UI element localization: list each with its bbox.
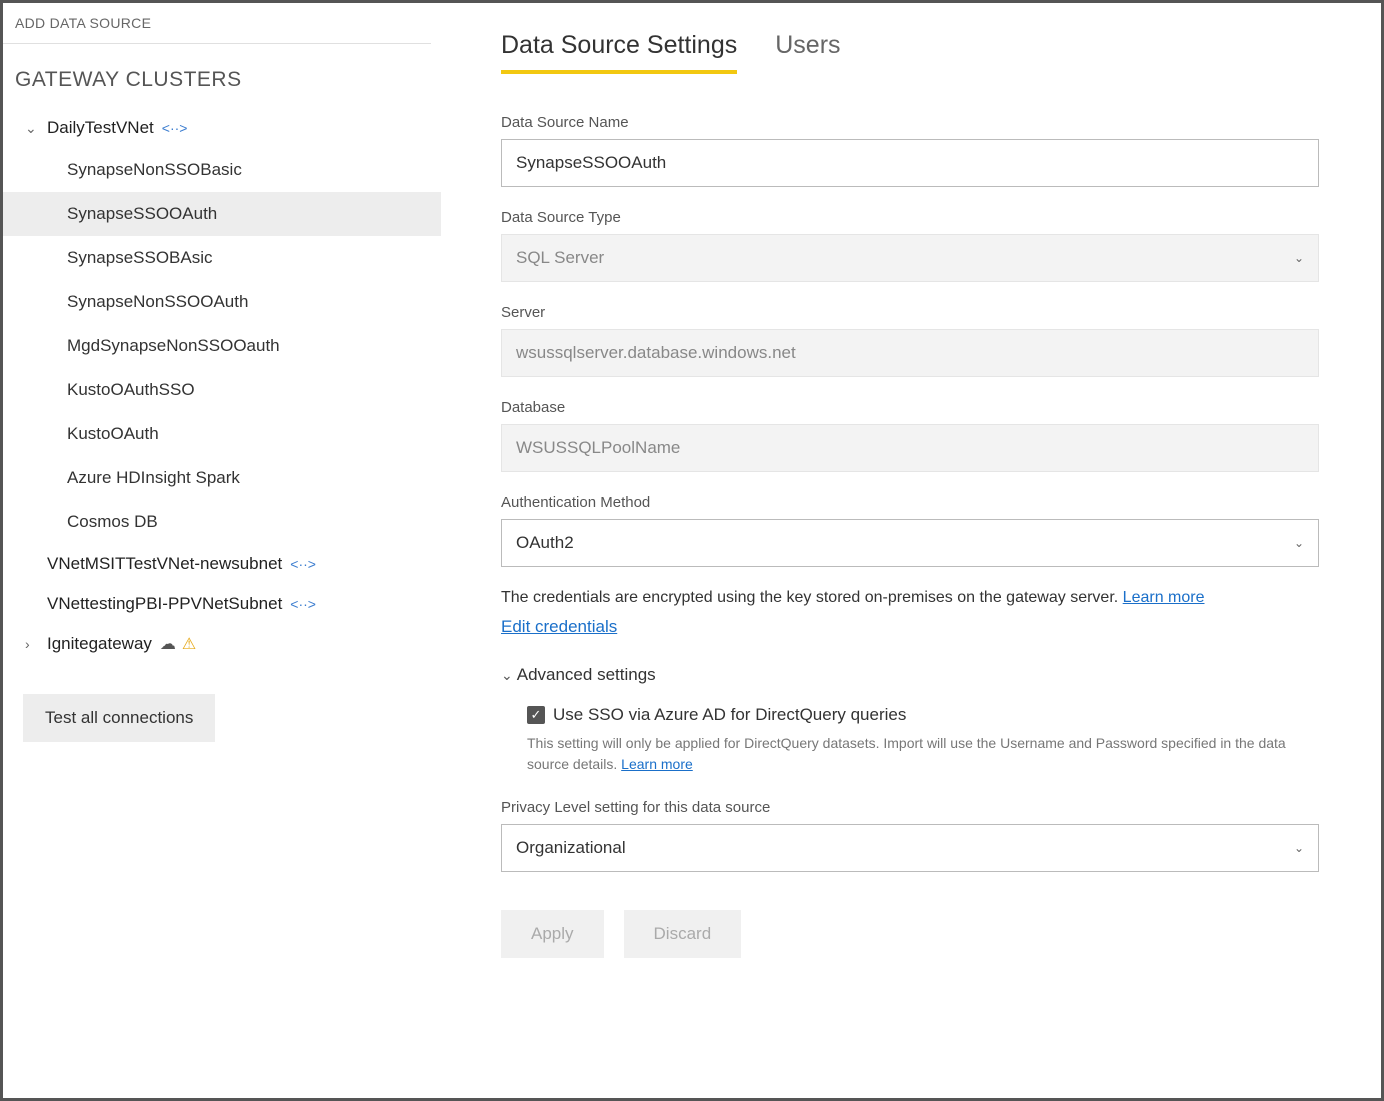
tab-bar: Data Source Settings Users bbox=[501, 31, 1381, 74]
datasource-item[interactable]: Cosmos DB bbox=[3, 500, 441, 544]
database-label: Database bbox=[501, 399, 1381, 416]
privacy-level-label: Privacy Level setting for this data sour… bbox=[501, 799, 1381, 816]
datasource-item[interactable]: SynapseNonSSOBasic bbox=[3, 148, 441, 192]
warning-icon: ⚠ bbox=[182, 634, 196, 654]
checkbox-checked-icon[interactable]: ✓ bbox=[527, 706, 545, 724]
datasource-item[interactable]: SynapseNonSSOOAuth bbox=[3, 280, 441, 324]
main-panel: Data Source Settings Users Data Source N… bbox=[441, 3, 1381, 1098]
gateway-clusters-header: GATEWAY CLUSTERS bbox=[3, 60, 441, 108]
privacy-level-select[interactable]: Organizational ⌄ bbox=[501, 824, 1319, 872]
server-value: wsussqlserver.database.windows.net bbox=[516, 343, 796, 363]
select-value: OAuth2 bbox=[516, 533, 574, 553]
data-source-type-select[interactable]: SQL Server ⌄ bbox=[501, 234, 1319, 282]
learn-more-link[interactable]: Learn more bbox=[1123, 589, 1205, 606]
cluster-ignite[interactable]: › Ignitegateway ☁ ⚠ bbox=[3, 624, 441, 664]
chevron-right-icon: › bbox=[25, 636, 41, 652]
cluster-name: Ignitegateway bbox=[47, 634, 152, 654]
data-source-name-label: Data Source Name bbox=[501, 114, 1381, 131]
cluster-name: VNetMSITTestVNet-newsubnet bbox=[47, 554, 282, 574]
link-icon: <··> bbox=[290, 596, 316, 612]
add-data-source-link[interactable]: ADD DATA SOURCE bbox=[3, 11, 431, 44]
advanced-settings-label: Advanced settings bbox=[517, 665, 656, 685]
tab-data-source-settings[interactable]: Data Source Settings bbox=[501, 31, 737, 74]
cluster-name: VNettestingPBI-PPVNetSubnet bbox=[47, 594, 282, 614]
tab-users[interactable]: Users bbox=[775, 31, 840, 74]
database-value: WSUSSQLPoolName bbox=[516, 438, 680, 458]
credentials-info: The credentials are encrypted using the … bbox=[501, 589, 1331, 607]
cluster-vnetmsit[interactable]: VNetMSITTestVNet-newsubnet <··> bbox=[3, 544, 441, 584]
datasource-item[interactable]: KustoOAuthSSO bbox=[3, 368, 441, 412]
discard-button[interactable]: Discard bbox=[624, 910, 742, 958]
sso-checkbox-label: Use SSO via Azure AD for DirectQuery que… bbox=[553, 705, 906, 725]
chevron-down-icon: ⌄ bbox=[1294, 251, 1304, 265]
sidebar: ADD DATA SOURCE GATEWAY CLUSTERS ⌄ Daily… bbox=[3, 3, 441, 1098]
cluster-dailytestvnet[interactable]: ⌄ DailyTestVNet <··> bbox=[3, 108, 441, 148]
datasource-item[interactable]: Azure HDInsight Spark bbox=[3, 456, 441, 500]
data-source-type-label: Data Source Type bbox=[501, 209, 1381, 226]
edit-credentials-link[interactable]: Edit credentials bbox=[501, 617, 617, 637]
test-all-connections-button[interactable]: Test all connections bbox=[23, 694, 215, 742]
datasource-item[interactable]: MgdSynapseNonSSOOauth bbox=[3, 324, 441, 368]
sso-checkbox-row[interactable]: ✓ Use SSO via Azure AD for DirectQuery q… bbox=[527, 705, 1381, 725]
select-value: SQL Server bbox=[516, 248, 604, 268]
datasource-item[interactable]: SynapseSSOBAsic bbox=[3, 236, 441, 280]
datasource-item-selected[interactable]: SynapseSSOOAuth bbox=[3, 192, 441, 236]
cloud-download-icon: ☁ bbox=[160, 634, 176, 654]
auth-method-label: Authentication Method bbox=[501, 494, 1381, 511]
link-icon: <··> bbox=[162, 120, 188, 136]
sso-help-text: This setting will only be applied for Di… bbox=[527, 733, 1327, 775]
auth-method-select[interactable]: OAuth2 ⌄ bbox=[501, 519, 1319, 567]
apply-button[interactable]: Apply bbox=[501, 910, 604, 958]
link-icon: <··> bbox=[290, 556, 316, 572]
learn-more-link[interactable]: Learn more bbox=[621, 756, 693, 772]
select-value: Organizational bbox=[516, 838, 626, 858]
chevron-down-icon: ⌄ bbox=[25, 120, 41, 137]
chevron-down-icon: ⌄ bbox=[501, 667, 513, 684]
chevron-down-icon: ⌄ bbox=[1294, 536, 1304, 550]
cluster-vnettesting[interactable]: VNettestingPBI-PPVNetSubnet <··> bbox=[3, 584, 441, 624]
data-source-name-input[interactable] bbox=[501, 139, 1319, 187]
server-input: wsussqlserver.database.windows.net bbox=[501, 329, 1319, 377]
server-label: Server bbox=[501, 304, 1381, 321]
database-input: WSUSSQLPoolName bbox=[501, 424, 1319, 472]
datasource-item[interactable]: KustoOAuth bbox=[3, 412, 441, 456]
chevron-down-icon: ⌄ bbox=[1294, 841, 1304, 855]
cluster-name: DailyTestVNet bbox=[47, 118, 154, 138]
advanced-settings-expander[interactable]: ⌄ Advanced settings bbox=[501, 665, 1381, 685]
